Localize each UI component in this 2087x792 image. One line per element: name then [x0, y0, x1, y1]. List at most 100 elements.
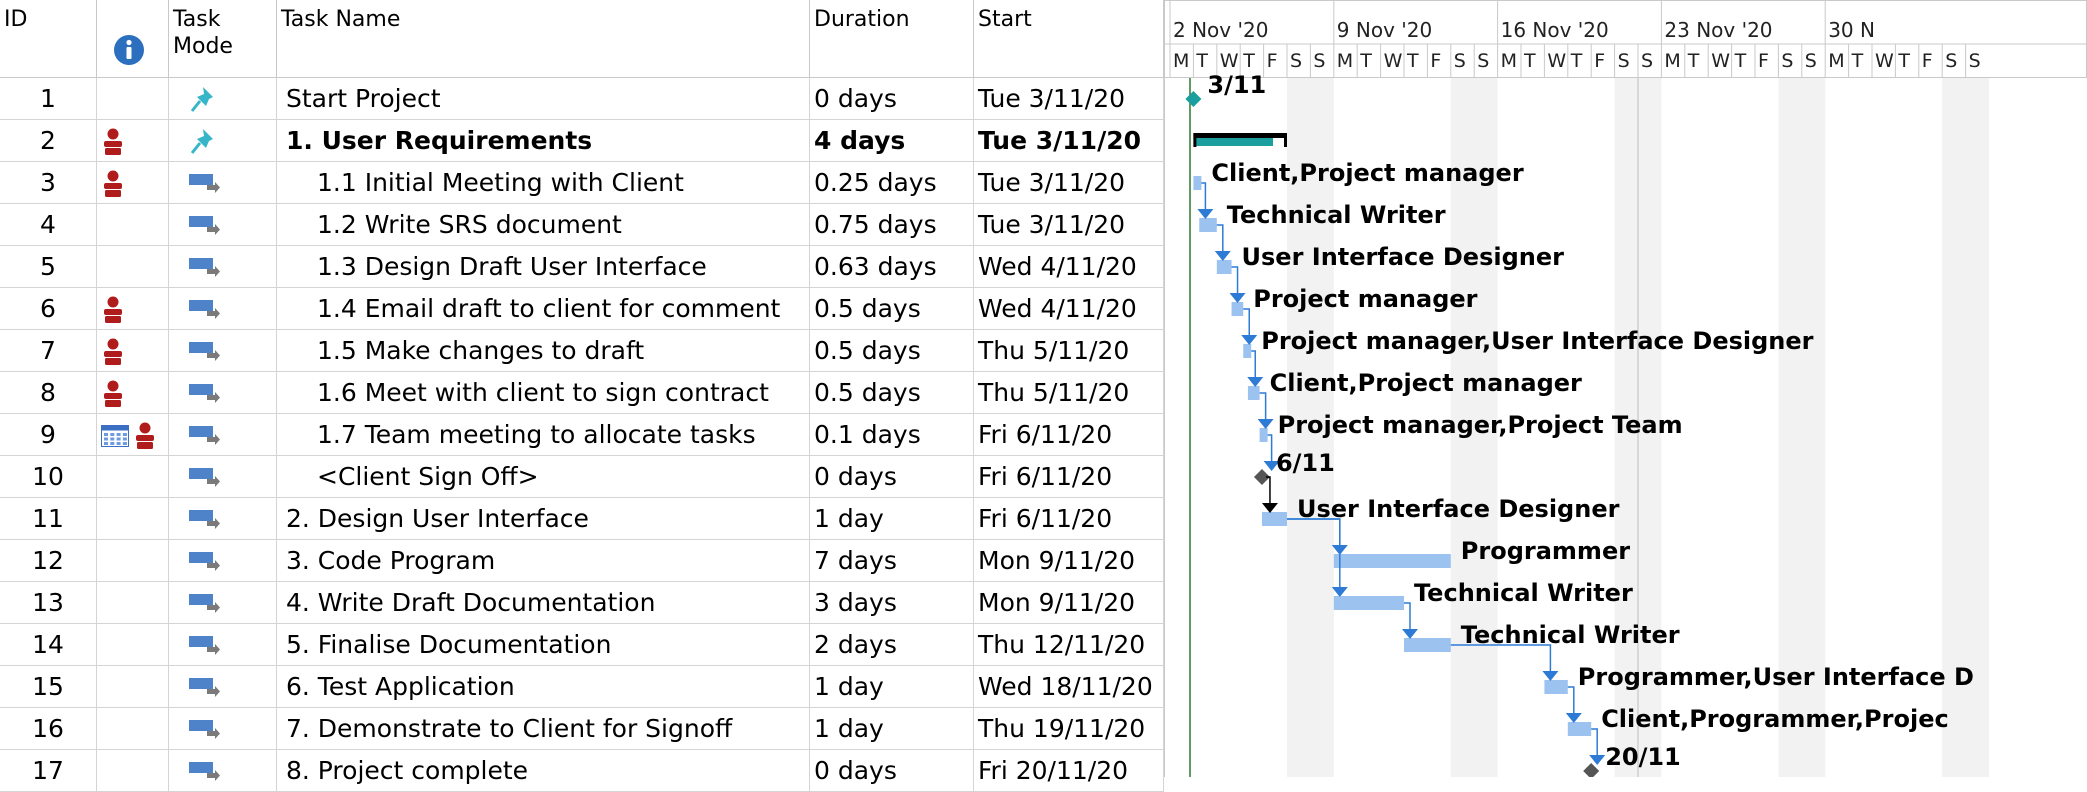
task-id-cell[interactable]: 4 — [0, 204, 97, 246]
task-mode-cell[interactable] — [169, 162, 277, 204]
table-row[interactable]: 12 3. Code Program 7 days Mon 9/11/20 — [0, 540, 1164, 582]
duration-cell[interactable]: 0.75 days — [810, 204, 974, 246]
duration-cell[interactable]: 2 days — [810, 624, 974, 666]
indicators-cell[interactable] — [97, 162, 169, 204]
duration-cell[interactable]: 0.1 days — [810, 414, 974, 456]
indicators-cell[interactable] — [97, 120, 169, 162]
task-mode-cell[interactable] — [169, 624, 277, 666]
task-name-cell[interactable]: 1.3 Design Draft User Interface — [277, 246, 810, 288]
start-cell[interactable]: Tue 3/11/20 — [974, 120, 1164, 162]
table-row[interactable]: 1 Start Project 0 days Tue 3/11/20 — [0, 78, 1164, 120]
indicators-cell[interactable] — [97, 372, 169, 414]
start-cell[interactable]: Tue 3/11/20 — [974, 162, 1164, 204]
indicators-cell[interactable] — [97, 708, 169, 750]
start-cell[interactable]: Mon 9/11/20 — [974, 582, 1164, 624]
task-id-cell[interactable]: 15 — [0, 666, 97, 708]
duration-cell[interactable]: 0.5 days — [810, 330, 974, 372]
indicators-cell[interactable] — [97, 288, 169, 330]
task-id-cell[interactable]: 3 — [0, 162, 97, 204]
indicators-cell[interactable] — [97, 750, 169, 792]
task-id-cell[interactable]: 7 — [0, 330, 97, 372]
table-row[interactable]: 9 1.7 Team meeting to allocate tasks 0.1 d… — [0, 414, 1164, 456]
indicators-cell[interactable] — [97, 330, 169, 372]
task-name-cell[interactable]: 1. User Requirements — [277, 120, 810, 162]
start-cell[interactable]: Fri 20/11/20 — [974, 750, 1164, 792]
start-cell[interactable]: Thu 12/11/20 — [974, 624, 1164, 666]
table-row[interactable]: 13 4. Write Draft Documentation 3 days Mon … — [0, 582, 1164, 624]
table-row[interactable]: 17 8. Project complete 0 days Fri 20/11/20 — [0, 750, 1164, 792]
start-cell[interactable]: Tue 3/11/20 — [974, 204, 1164, 246]
duration-cell[interactable]: 1 day — [810, 666, 974, 708]
task-mode-cell[interactable] — [169, 750, 277, 792]
task-name-cell[interactable]: 1.1 Initial Meeting with Client — [277, 162, 810, 204]
duration-cell[interactable]: 0.25 days — [810, 162, 974, 204]
task-name-cell[interactable]: 2. Design User Interface — [277, 498, 810, 540]
duration-cell[interactable]: 0.63 days — [810, 246, 974, 288]
start-cell[interactable]: Fri 6/11/20 — [974, 498, 1164, 540]
table-row[interactable]: 6 1.4 Email draft to client for comment 0.… — [0, 288, 1164, 330]
task-name-cell[interactable]: Start Project — [277, 78, 810, 120]
task-id-cell[interactable]: 12 — [0, 540, 97, 582]
table-row[interactable]: 8 1.6 Meet with client to sign contract 0.… — [0, 372, 1164, 414]
task-name-cell[interactable]: 6. Test Application — [277, 666, 810, 708]
start-cell[interactable]: Wed 4/11/20 — [974, 246, 1164, 288]
duration-cell[interactable]: 0 days — [810, 456, 974, 498]
task-name-cell[interactable]: 5. Finalise Documentation — [277, 624, 810, 666]
column-header-indicators[interactable] — [97, 0, 169, 78]
indicators-cell[interactable] — [97, 666, 169, 708]
task-name-cell[interactable]: 1.4 Email draft to client for comment — [277, 288, 810, 330]
table-row[interactable]: 2 1. User Requirements 4 days Tue 3/11/20 — [0, 120, 1164, 162]
task-mode-cell[interactable] — [169, 666, 277, 708]
task-mode-cell[interactable] — [169, 708, 277, 750]
task-id-cell[interactable]: 1 — [0, 78, 97, 120]
start-cell[interactable]: Thu 5/11/20 — [974, 330, 1164, 372]
task-mode-cell[interactable] — [169, 372, 277, 414]
duration-cell[interactable]: 3 days — [810, 582, 974, 624]
column-header-task-name[interactable]: Task Name — [277, 0, 810, 78]
start-cell[interactable]: Wed 18/11/20 — [974, 666, 1164, 708]
indicators-cell[interactable] — [97, 456, 169, 498]
task-name-cell[interactable]: 7. Demonstrate to Client for Signoff — [277, 708, 810, 750]
task-id-cell[interactable]: 8 — [0, 372, 97, 414]
task-mode-cell[interactable] — [169, 330, 277, 372]
duration-cell[interactable]: 0 days — [810, 78, 974, 120]
task-name-cell[interactable]: 1.6 Meet with client to sign contract — [277, 372, 810, 414]
duration-cell[interactable]: 0.5 days — [810, 288, 974, 330]
task-name-cell[interactable]: 3. Code Program — [277, 540, 810, 582]
task-name-cell[interactable]: 1.7 Team meeting to allocate tasks — [277, 414, 810, 456]
task-name-cell[interactable]: 1.2 Write SRS document — [277, 204, 810, 246]
start-cell[interactable]: Fri 6/11/20 — [974, 414, 1164, 456]
task-mode-cell[interactable] — [169, 498, 277, 540]
task-id-cell[interactable]: 13 — [0, 582, 97, 624]
start-cell[interactable]: Wed 4/11/20 — [974, 288, 1164, 330]
start-cell[interactable]: Fri 6/11/20 — [974, 456, 1164, 498]
task-id-cell[interactable]: 11 — [0, 498, 97, 540]
duration-cell[interactable]: 0 days — [810, 750, 974, 792]
table-row[interactable]: 4 1.2 Write SRS document 0.75 days Tue 3/11… — [0, 204, 1164, 246]
task-mode-cell[interactable] — [169, 288, 277, 330]
table-row[interactable]: 16 7. Demonstrate to Client for Signoff 1 … — [0, 708, 1164, 750]
table-row[interactable]: 3 1.1 Initial Meeting with Client 0.25 day… — [0, 162, 1164, 204]
task-id-cell[interactable]: 16 — [0, 708, 97, 750]
task-id-cell[interactable]: 10 — [0, 456, 97, 498]
task-mode-cell[interactable] — [169, 582, 277, 624]
task-mode-cell[interactable] — [169, 456, 277, 498]
indicators-cell[interactable] — [97, 78, 169, 120]
table-row[interactable]: 10 <Client Sign Off> 0 days Fri 6/11/20 — [0, 456, 1164, 498]
indicators-cell[interactable] — [97, 582, 169, 624]
task-mode-cell[interactable] — [169, 414, 277, 456]
column-header-task-mode[interactable]: Task Mode — [169, 0, 277, 78]
duration-cell[interactable]: 4 days — [810, 120, 974, 162]
table-row[interactable]: 15 6. Test Application 1 day Wed 18/11/20 — [0, 666, 1164, 708]
start-cell[interactable]: Thu 5/11/20 — [974, 372, 1164, 414]
task-name-cell[interactable]: 1.5 Make changes to draft — [277, 330, 810, 372]
start-cell[interactable]: Mon 9/11/20 — [974, 540, 1164, 582]
indicators-cell[interactable] — [97, 540, 169, 582]
task-id-cell[interactable]: 17 — [0, 750, 97, 792]
column-header-start[interactable]: Start — [974, 0, 1164, 78]
duration-cell[interactable]: 1 day — [810, 498, 974, 540]
task-name-cell[interactable]: <Client Sign Off> — [277, 456, 810, 498]
task-mode-cell[interactable] — [169, 120, 277, 162]
task-id-cell[interactable]: 5 — [0, 246, 97, 288]
indicators-cell[interactable] — [97, 414, 169, 456]
